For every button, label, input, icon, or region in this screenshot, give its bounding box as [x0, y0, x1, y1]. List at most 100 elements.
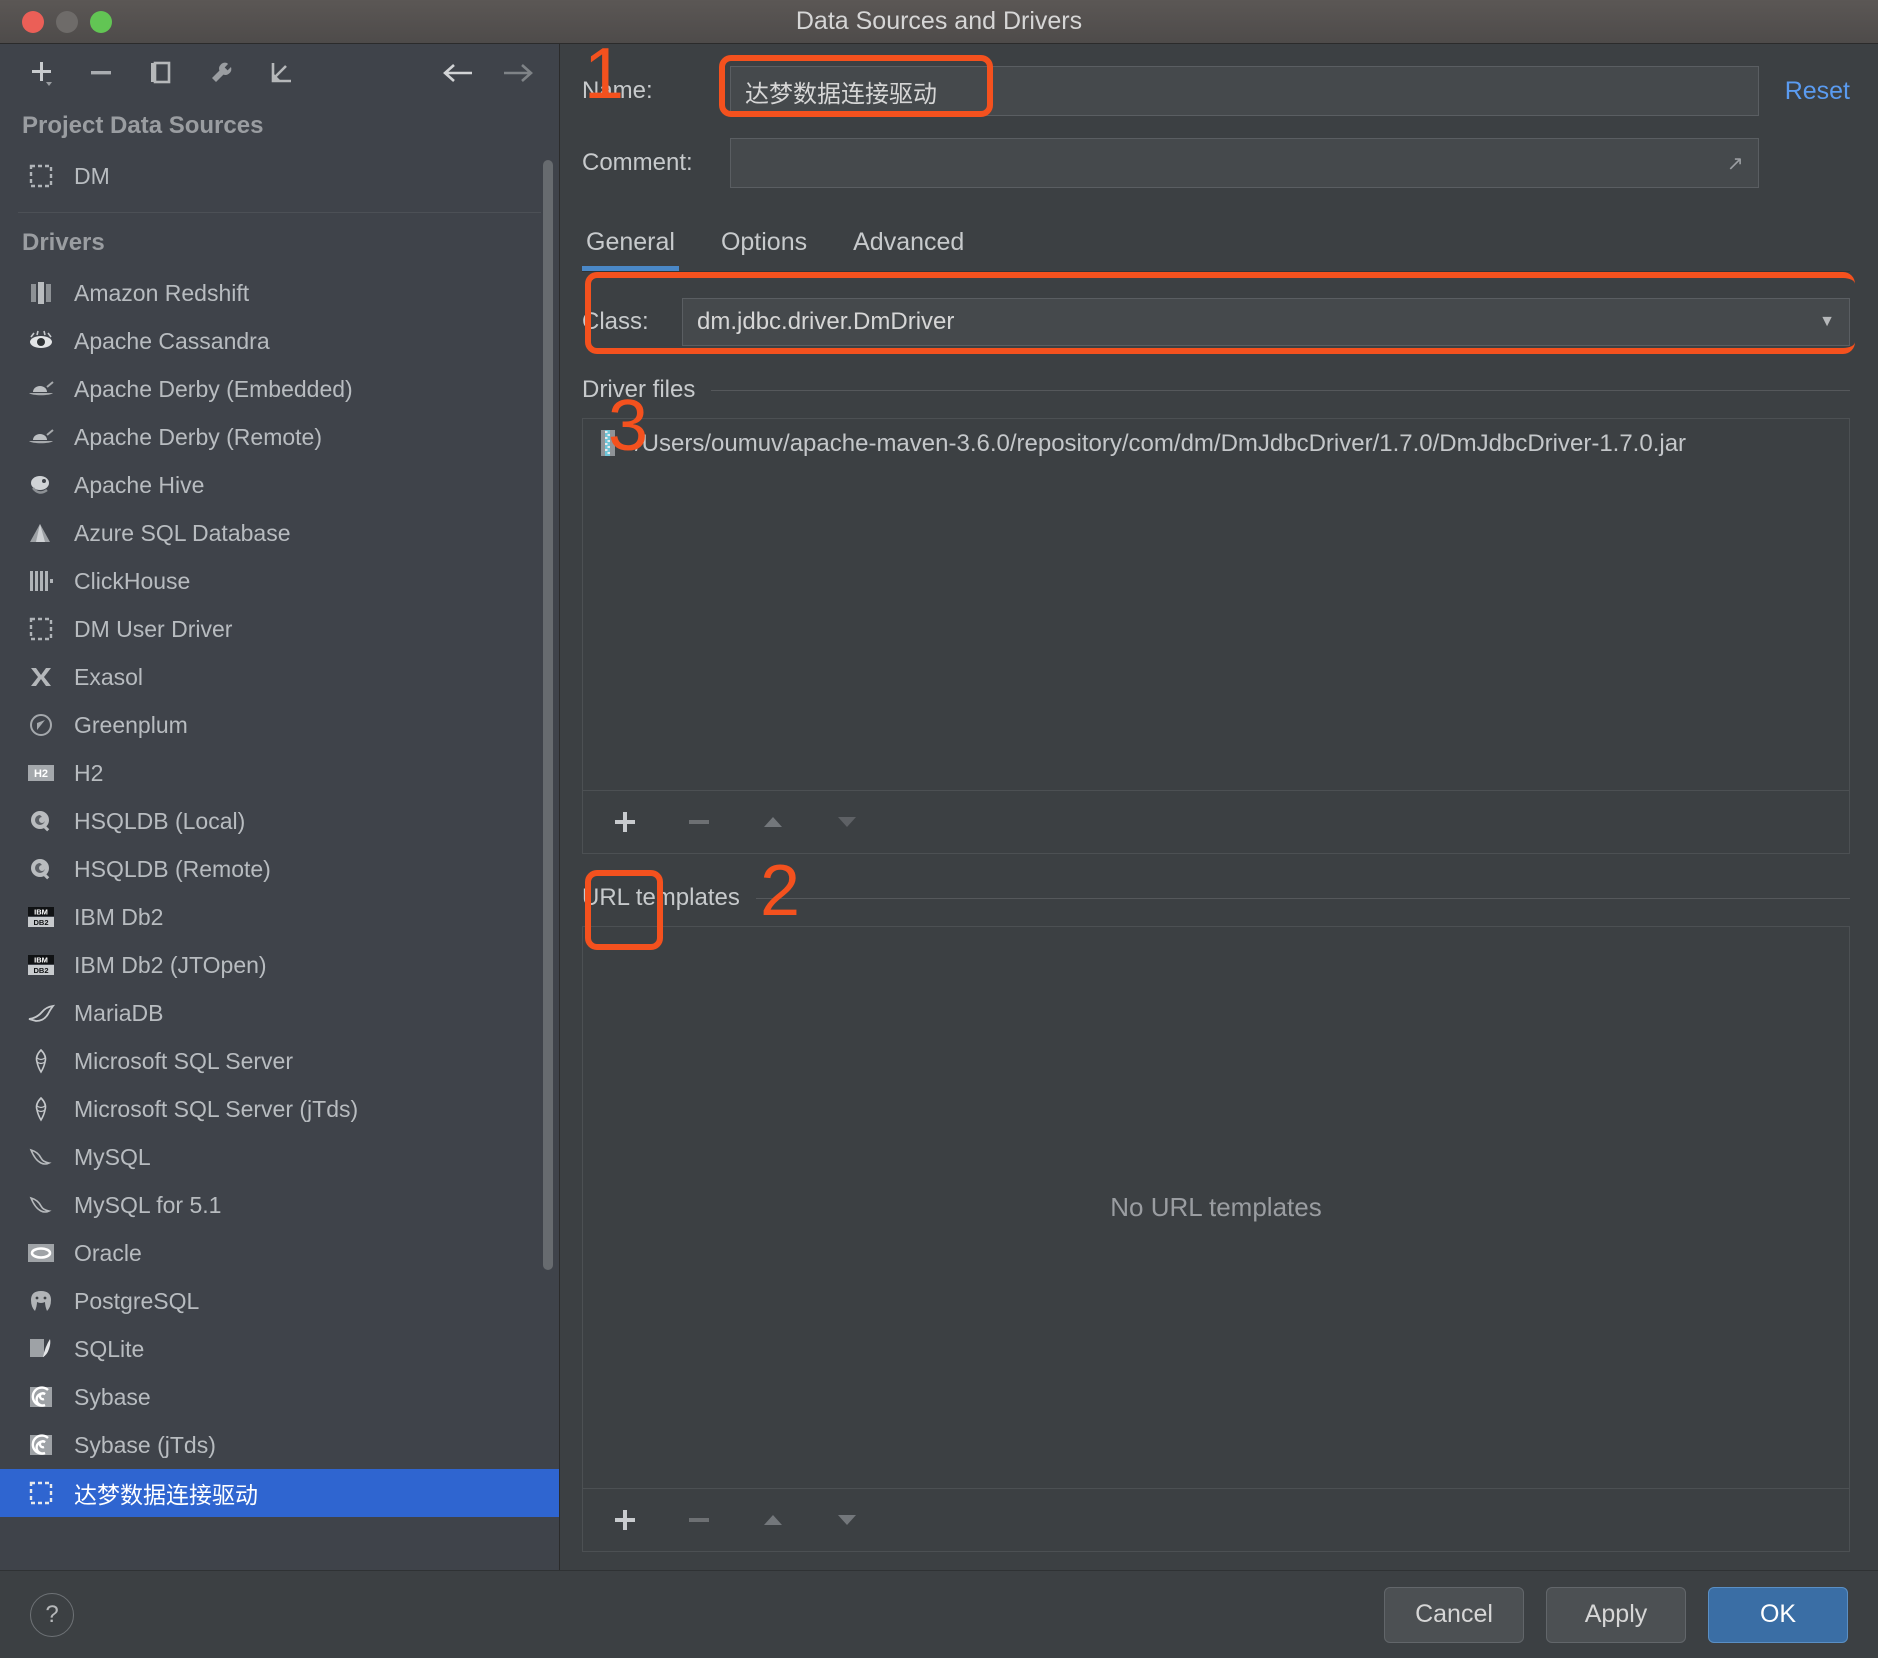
sidebar-item-clickhouse[interactable]: ClickHouse [0, 557, 559, 605]
sidebar-item-sqlite[interactable]: SQLite [0, 1325, 559, 1373]
sidebar-item-greenplum[interactable]: Greenplum [0, 701, 559, 749]
class-label: Class: [582, 308, 649, 335]
driver-files-toolbar [582, 790, 1850, 854]
sidebar-item-microsoft-sql-server-jtds[interactable]: Microsoft SQL Server (jTds) [0, 1085, 559, 1133]
sidebar-item-hsqldb-remote[interactable]: HSQLDB (Remote) [0, 845, 559, 893]
sidebar-item-hsqldb-local[interactable]: HSQLDB (Local) [0, 797, 559, 845]
hsqldb-icon [26, 854, 56, 884]
sidebar-item-dm[interactable]: DM [0, 152, 559, 200]
remove-file-button[interactable] [679, 802, 719, 842]
driver-file-row[interactable]: /Users/oumuv/apache-maven-3.6.0/reposito… [583, 419, 1849, 459]
sidebar-item-label: Apache Hive [74, 471, 205, 498]
sidebar-item-mysql[interactable]: MySQL [0, 1133, 559, 1181]
sidebar-list[interactable]: Project Data Sources DM Drivers Amazon R… [0, 102, 559, 1570]
db2-icon: IBM DB2 [26, 950, 56, 980]
sidebar-item-label: Oracle [74, 1239, 142, 1266]
dm-icon [26, 614, 56, 644]
sidebar-item-ibm-db2[interactable]: IBM DB2 IBM Db2 [0, 893, 559, 941]
jar-file-icon [599, 429, 621, 459]
mssql-icon [26, 1094, 56, 1124]
derby-icon [26, 422, 56, 452]
sidebar-item-label: ClickHouse [74, 567, 191, 594]
forward-arrow-icon[interactable] [499, 54, 537, 92]
greenplum-icon [26, 710, 56, 740]
sidebar-item-label: Apache Cassandra [74, 327, 270, 354]
sidebar-item-label: MariaDB [74, 999, 164, 1026]
comment-field[interactable]: ↗ [730, 138, 1759, 188]
sidebar-item-label: Sybase [74, 1383, 151, 1410]
ok-button[interactable]: OK [1708, 1586, 1848, 1643]
sidebar-item-label: IBM Db2 (JTOpen) [74, 951, 267, 978]
apply-button[interactable]: Apply [1546, 1586, 1686, 1643]
sidebar-item-apache-hive[interactable]: Apache Hive [0, 461, 559, 509]
sidebar-toolbar [0, 44, 559, 102]
h2-icon: H2 [26, 758, 56, 788]
expand-icon[interactable]: ↗ [1727, 151, 1744, 176]
sidebar-item-dm-user-driver[interactable]: DM User Driver [0, 605, 559, 653]
url-templates-empty-message: No URL templates [1110, 1192, 1322, 1222]
sidebar-item-apache-cassandra[interactable]: Apache Cassandra [0, 317, 559, 365]
help-button[interactable]: ? [30, 1592, 74, 1637]
sidebar-item-label: Apache Derby (Embedded) [74, 375, 353, 402]
move-down-button[interactable] [827, 802, 867, 842]
drivers-header: Drivers [22, 229, 105, 256]
url-move-down-button[interactable] [827, 1500, 867, 1540]
back-arrow-icon[interactable] [439, 54, 477, 92]
class-dropdown[interactable]: dm.jdbc.driver.DmDriver ▼ [682, 298, 1850, 346]
url-templates-list[interactable]: No URL templates [582, 926, 1850, 1488]
move-up-button[interactable] [753, 802, 793, 842]
sidebar-item-ibm-db2-jtopen[interactable]: IBM DB2 IBM Db2 (JTOpen) [0, 941, 559, 989]
clickhouse-icon [26, 566, 56, 596]
copy-icon[interactable] [142, 54, 180, 92]
chevron-down-icon[interactable]: ▼ [1819, 313, 1835, 331]
sidebar-item-dameng-driver[interactable]: 达梦数据连接驱动 [0, 1469, 559, 1517]
sidebar-item-apache-derby-embedded[interactable]: Apache Derby (Embedded) [0, 365, 559, 413]
postgres-icon [26, 1286, 56, 1316]
add-icon[interactable] [22, 54, 60, 92]
comment-row: Comment: ↗ Reset [582, 138, 1878, 188]
sybase-icon [26, 1430, 56, 1460]
sidebar-scrollbar[interactable] [543, 160, 553, 1270]
add-url-button[interactable] [605, 1500, 645, 1540]
sidebar-item-mariadb[interactable]: MariaDB [0, 989, 559, 1037]
sidebar-item-microsoft-sql-server[interactable]: Microsoft SQL Server [0, 1037, 559, 1085]
sidebar-item-label: MySQL for 5.1 [74, 1191, 222, 1218]
sidebar-item-exasol[interactable]: Exasol [0, 653, 559, 701]
sidebar-item-postgresql[interactable]: PostgreSQL [0, 1277, 559, 1325]
import-icon[interactable] [262, 54, 300, 92]
section-divider [711, 389, 1850, 391]
sidebar-item-h2[interactable]: H2 H2 [0, 749, 559, 797]
add-file-button[interactable] [605, 802, 645, 842]
sidebar-item-oracle[interactable]: Oracle [0, 1229, 559, 1277]
tab-advanced[interactable]: Advanced [849, 222, 990, 271]
url-move-up-button[interactable] [753, 1500, 793, 1540]
sidebar-item-mysql-for-5-1[interactable]: MySQL for 5.1 [0, 1181, 559, 1229]
tab-options[interactable]: Options [717, 222, 833, 271]
sidebar-item-label: Sybase (jTds) [74, 1431, 216, 1458]
mysql-icon [26, 1190, 56, 1220]
sidebar-item-sybase[interactable]: Sybase [0, 1373, 559, 1421]
remove-url-button[interactable] [679, 1500, 719, 1540]
tab-general[interactable]: General [582, 222, 701, 271]
name-field[interactable]: 达梦数据连接驱动 [730, 66, 1759, 116]
sidebar-item-label: MySQL [74, 1143, 151, 1170]
comment-label: Comment: [582, 149, 693, 176]
tab-underline [582, 271, 1850, 272]
sidebar-item-sybase-jtds[interactable]: Sybase (jTds) [0, 1421, 559, 1469]
sidebar-item-label: SQLite [74, 1335, 145, 1362]
url-templates-section: URL templates [582, 884, 1878, 912]
sidebar-item-amazon-redshift[interactable]: Amazon Redshift [0, 269, 559, 317]
driver-files-list[interactable]: /Users/oumuv/apache-maven-3.6.0/reposito… [582, 418, 1850, 790]
class-row: Class: dm.jdbc.driver.DmDriver ▼ [582, 298, 1878, 346]
hsqldb-icon [26, 806, 56, 836]
wrench-icon[interactable] [202, 54, 240, 92]
reset-link[interactable]: Reset [1785, 77, 1850, 106]
mysql-icon [26, 1142, 56, 1172]
sidebar: Project Data Sources DM Drivers Amazon R… [0, 44, 560, 1570]
sidebar-item-apache-derby-remote[interactable]: Apache Derby (Remote) [0, 413, 559, 461]
remove-icon[interactable] [82, 54, 120, 92]
sidebar-item-azure-sql-database[interactable]: Azure SQL Database [0, 509, 559, 557]
derby-icon [26, 374, 56, 404]
cancel-button[interactable]: Cancel [1384, 1586, 1524, 1643]
sidebar-item-label: Greenplum [74, 711, 188, 738]
